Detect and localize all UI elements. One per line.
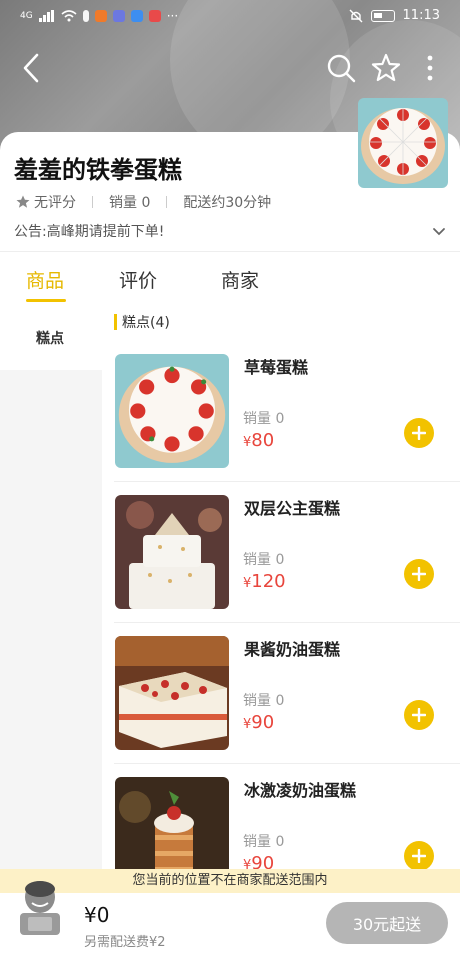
strawberry-cake-image [115,354,229,468]
cart-mascot-icon [20,881,60,935]
price-value: 90 [251,712,275,733]
sidebar-item-label: 糕点 [36,331,64,347]
status-bar: 4G ··· 11:13 [0,0,460,36]
divider [114,481,460,482]
more-menu-button[interactable] [412,50,448,86]
product-sales: 销量 0 [243,411,285,427]
more-notifications-icon: ··· [166,9,179,23]
tab-merchant[interactable]: 商家 [221,266,259,293]
delivery-time: 配送约30分钟 [183,195,272,211]
category-marker [114,314,117,330]
signal-icon [38,10,54,22]
star-outline-icon [371,53,401,82]
meta-divider [166,196,168,208]
product-item[interactable]: 双层公主蛋糕 销量 0 ¥120 [114,495,460,636]
status-time: 11:13 [402,8,440,23]
divider [114,622,460,623]
app-notification-icon [112,10,125,22]
plus-icon [412,426,426,440]
search-icon [327,54,356,83]
plus-icon [412,567,426,581]
signal-label: 4G [20,11,33,21]
princess-cake-image [115,495,229,609]
product-name: 冰激凌奶油蛋糕 [244,781,357,800]
strawberry-cake-image [358,98,448,188]
divider [114,763,460,764]
sidebar-item-pastry[interactable]: 糕点 [0,304,102,370]
add-to-cart-button[interactable] [404,700,434,730]
back-arrow-icon [23,53,39,83]
product-item[interactable]: 果酱奶油蛋糕 销量 0 ¥90 [114,636,460,777]
product-name: 果酱奶油蛋糕 [244,640,341,659]
app-notification-icon [94,10,107,22]
product-name: 双层公主蛋糕 [244,499,341,518]
more-vertical-icon [427,55,433,81]
mute-icon [349,9,363,22]
add-to-cart-button[interactable] [404,559,434,589]
product-sales: 销量 0 [243,693,285,709]
store-name: 羞羞的铁拳蛋糕 [14,156,182,184]
store-notice: 公告:高峰期请提前下单! [14,224,165,240]
app-notification-icon [148,10,161,22]
store-meta: 无评分 销量 0 配送约30分钟 [16,192,271,212]
meta-divider [92,196,93,208]
delivery-range-warning: 您当前的位置不在商家配送范围内 [0,869,460,893]
store-info-card: 羞羞的铁拳蛋糕 无评分 销量 0 配送约30分钟 公告:高峰期请提前下单! [0,98,460,252]
category-title: 糕点(4) [122,315,170,331]
back-button[interactable] [14,50,50,86]
plus-icon [412,708,426,722]
jam-cream-cake-image [115,636,229,750]
category-sidebar: 糕点 [0,304,102,894]
store-sales: 销量 0 [109,195,151,211]
app-notification-icon [130,10,143,22]
wifi-icon [61,10,77,22]
cart-button[interactable] [12,875,68,937]
top-navigation [0,48,460,88]
battery-icon [370,9,395,22]
add-to-cart-button[interactable] [404,418,434,448]
category-header: 糕点(4) [114,312,170,332]
star-icon [16,195,30,208]
add-to-cart-button[interactable] [404,841,434,871]
product-price: ¥120 [243,571,286,592]
tab-reviews[interactable]: 评价 [119,266,157,293]
product-image[interactable] [115,495,229,609]
product-image[interactable] [115,354,229,468]
store-tabs: 商品 评价 商家 [0,252,460,304]
delivery-fee: 另需配送费¥2 [84,935,166,950]
checkout-button[interactable]: 30元起送 [326,902,448,944]
cart-bar: ¥0 另需配送费¥2 30元起送 [0,881,460,955]
notification-icon [82,10,89,22]
product-sales: 销量 0 [243,552,285,568]
plus-icon [412,849,426,863]
product-price: ¥90 [243,712,274,733]
product-image[interactable] [115,636,229,750]
product-item[interactable]: 草莓蛋糕 销量 0 ¥80 [114,354,460,495]
product-sales: 销量 0 [243,834,285,850]
store-rating: 无评分 [34,195,76,211]
product-name: 草莓蛋糕 [244,358,309,377]
price-value: 120 [251,571,286,592]
price-value: 80 [251,430,275,451]
tab-products[interactable]: 商品 [26,266,64,293]
expand-notice-button[interactable] [432,222,446,241]
store-logo[interactable] [358,98,448,188]
active-tab-indicator [26,299,66,302]
favorite-button[interactable] [368,50,404,86]
search-button[interactable] [323,50,359,86]
cart-total: ¥0 [84,903,110,927]
product-price: ¥80 [243,430,274,451]
chevron-down-icon [433,228,445,236]
